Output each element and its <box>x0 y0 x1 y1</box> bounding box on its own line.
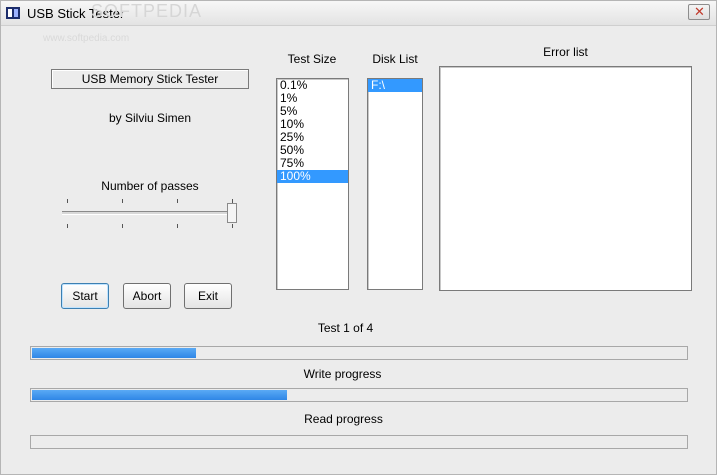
test-counter-label: Test 1 of 4 <box>317 321 374 335</box>
close-button[interactable]: ✕ <box>688 4 710 20</box>
abort-button[interactable]: Abort <box>123 283 171 309</box>
slider-track[interactable] <box>62 211 234 215</box>
title-bar[interactable]: USB Stick Tester SOFTPEDIA ✕ <box>1 1 716 26</box>
error-list[interactable] <box>439 66 692 291</box>
slider-tick <box>122 224 123 228</box>
disk-list-label: Disk List <box>372 52 418 66</box>
exit-button[interactable]: Exit <box>184 283 232 309</box>
read-progress-label: Read progress <box>304 412 383 426</box>
start-button[interactable]: Start <box>61 283 109 309</box>
list-item[interactable]: F:\ <box>368 79 422 92</box>
test-size-label: Test Size <box>287 52 337 66</box>
close-icon: ✕ <box>694 4 705 19</box>
watermark-url: www.softpedia.com <box>43 33 130 44</box>
list-item[interactable]: 100% <box>277 170 348 183</box>
write-progress-label: Write progress <box>303 367 382 381</box>
write-progress-fill <box>32 390 287 400</box>
app-name-box: USB Memory Stick Tester <box>51 69 249 89</box>
slider-tick <box>232 224 233 228</box>
app-name-label: USB Memory Stick Tester <box>81 72 219 86</box>
slider-tick <box>177 199 178 203</box>
author-label: by Silviu Simen <box>108 111 192 125</box>
overall-progress-bar <box>30 346 688 360</box>
watermark-logo: SOFTPEDIA <box>91 1 203 21</box>
write-progress-bar <box>30 388 688 402</box>
overall-progress-fill <box>32 348 196 358</box>
passes-label: Number of passes <box>101 179 199 193</box>
app-window: USB Stick Tester SOFTPEDIA ✕ www.softped… <box>0 0 717 475</box>
slider-tick <box>67 224 68 228</box>
slider-tick <box>122 199 123 203</box>
slider-tick <box>177 224 178 228</box>
read-progress-bar <box>30 435 688 449</box>
error-list-label: Error list <box>543 45 588 59</box>
slider-tick <box>67 199 68 203</box>
disk-list[interactable]: F:\ <box>367 78 423 290</box>
usb-app-icon <box>6 7 20 19</box>
test-size-list[interactable]: 0.1% 1% 5% 10% 25% 50% 75% 100% <box>276 78 349 290</box>
slider-thumb[interactable] <box>227 203 237 223</box>
